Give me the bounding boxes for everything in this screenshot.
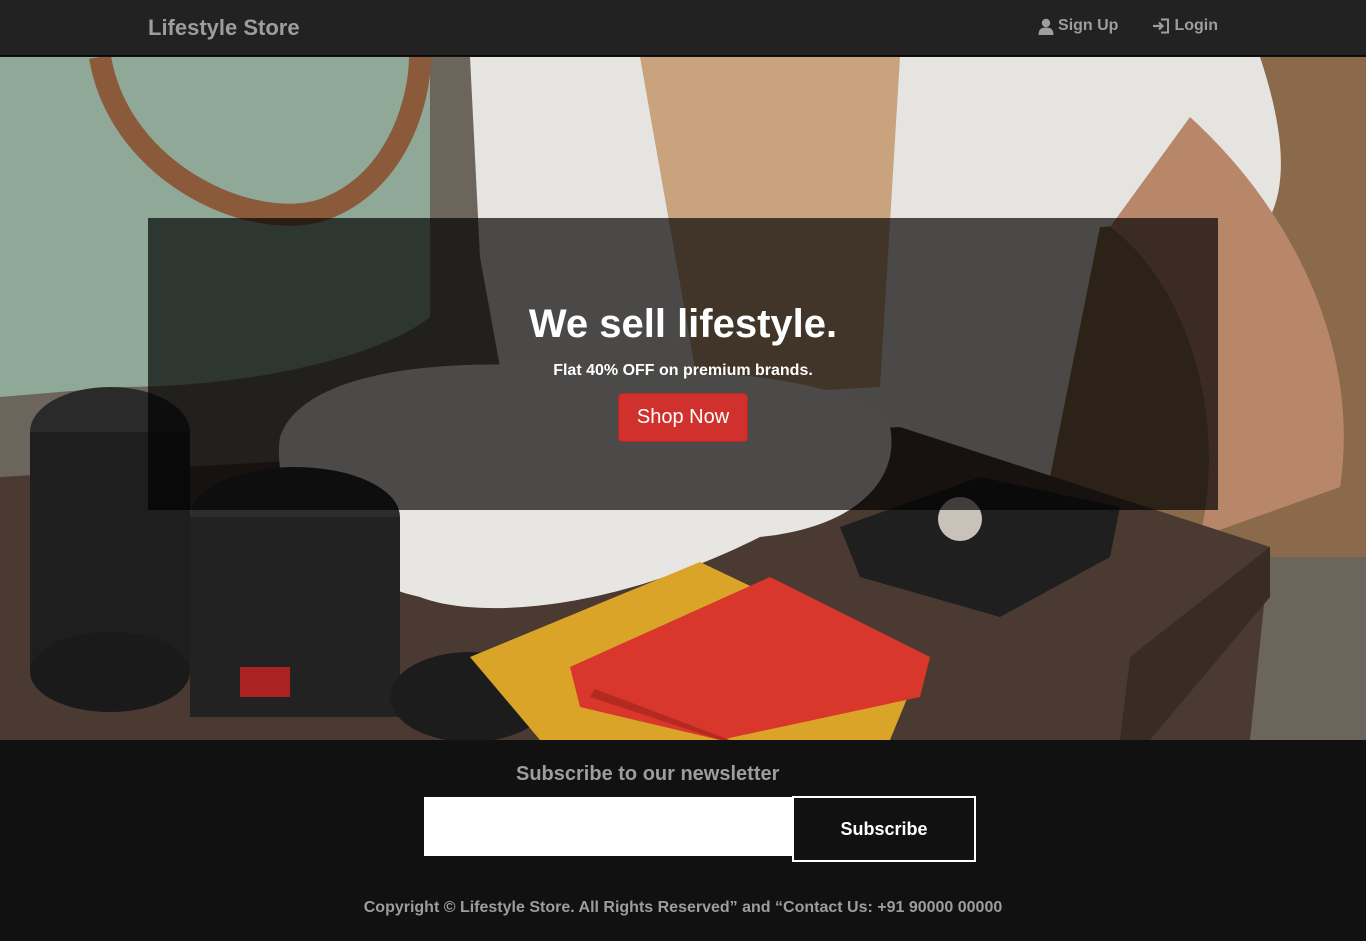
navbar: Lifestyle Store Sign Up Login: [0, 0, 1366, 56]
nav-links: Sign Up Login: [1038, 17, 1218, 35]
signup-link[interactable]: Sign Up: [1038, 17, 1118, 35]
login-label: Login: [1174, 17, 1218, 34]
login-link[interactable]: Login: [1152, 17, 1218, 35]
shop-now-button[interactable]: Shop Now: [617, 393, 749, 442]
login-icon: [1152, 18, 1170, 34]
hero-section: We sell lifestyle. Flat 40% OFF on premi…: [0, 57, 1366, 740]
newsletter-title: Subscribe to our newsletter: [516, 763, 780, 785]
brand-logo[interactable]: Lifestyle Store: [148, 15, 300, 41]
newsletter-email-input[interactable]: [424, 797, 793, 856]
footer: Subscribe to our newsletter Subscribe Co…: [0, 740, 1366, 941]
signup-label: Sign Up: [1058, 17, 1119, 34]
user-icon: [1038, 18, 1054, 35]
copyright-text: Copyright © Lifestyle Store. All Rights …: [363, 899, 1003, 916]
hero-banner: We sell lifestyle. Flat 40% OFF on premi…: [148, 218, 1218, 510]
subscribe-button[interactable]: Subscribe: [792, 796, 976, 862]
hero-title: We sell lifestyle.: [528, 302, 838, 346]
hero-subtitle: Flat 40% OFF on premium brands.: [553, 362, 813, 379]
